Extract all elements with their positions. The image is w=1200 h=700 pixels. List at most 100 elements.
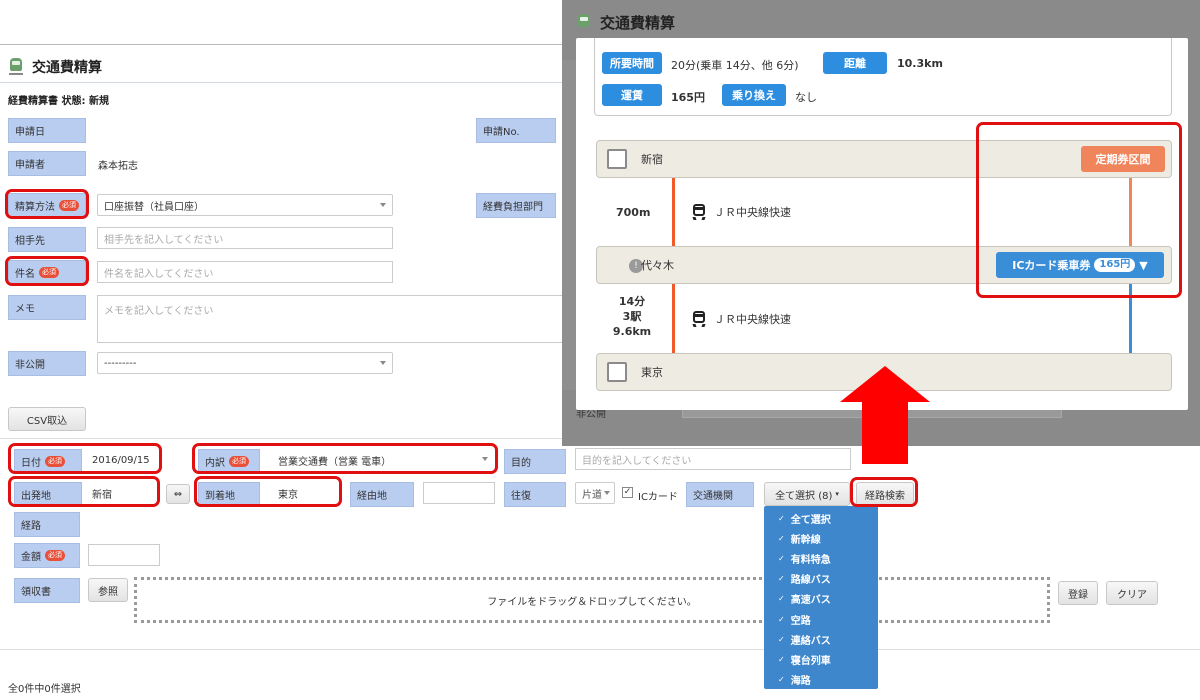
apply-no-label: 申請No.	[476, 118, 556, 143]
private-label: 非公開	[8, 351, 86, 376]
route-line-seg2	[672, 284, 675, 354]
up-arrow-icon	[840, 366, 930, 464]
roundtrip-label: 往復	[504, 482, 566, 507]
amount-input[interactable]	[88, 544, 160, 566]
departure-label: 出発地	[14, 482, 82, 507]
transport-menu-item[interactable]: ✓ 全て選択	[764, 508, 878, 528]
receipt-label: 領収書	[14, 578, 80, 603]
time-pill: 所要時間	[602, 52, 662, 74]
form-title-bar: 交通費精算	[8, 53, 568, 81]
chevron-down-icon	[380, 361, 386, 365]
memo-textarea[interactable]: メモを記入してください	[97, 295, 567, 343]
applicant-label: 申請者	[8, 151, 86, 176]
departure-input[interactable]: 新宿	[86, 482, 156, 504]
transfer-value: なし	[795, 91, 817, 104]
transport-menu-item[interactable]: ✓ 高速バス	[764, 589, 878, 609]
settlement-label: 精算方法 必須	[8, 193, 86, 218]
commuter-pass-button[interactable]: 定期券区間	[1081, 146, 1165, 172]
arrival-input[interactable]: 東京	[272, 482, 338, 504]
purpose-input[interactable]: 目的を記入してください	[575, 448, 851, 470]
date-input[interactable]: 2016/09/15	[86, 449, 158, 471]
breakdown-label: 内訳 必須	[198, 449, 260, 474]
footer-divider	[0, 649, 1200, 650]
check-icon: ✓	[778, 513, 785, 523]
subject-label: 件名 必須	[8, 260, 86, 285]
segment1-distance: 700m	[616, 206, 651, 219]
transport-menu-item[interactable]: ✓ 寝台列車	[764, 649, 878, 669]
required-badge: 必須	[45, 456, 65, 467]
transport-menu-item[interactable]: ✓ 連絡バス	[764, 629, 878, 649]
segment1-line: ＪＲ中央線快速	[692, 204, 791, 220]
applicant-name: 森本拓志	[98, 161, 138, 172]
swap-button[interactable]: ⇔	[166, 484, 190, 504]
ic-fare-price: 165円	[1094, 258, 1136, 272]
subject-input[interactable]: 件名を記入してください	[97, 261, 393, 283]
settlement-select[interactable]: 口座振替（社員口座）	[97, 194, 393, 216]
train-icon	[692, 204, 706, 220]
ic-card-label: ICカード	[638, 492, 678, 503]
memo-label: メモ	[8, 295, 86, 320]
private-select[interactable]: ---------	[97, 352, 393, 374]
purpose-label: 目的	[504, 449, 566, 474]
transport-menu-item[interactable]: ✓ 空路	[764, 609, 878, 629]
partner-label: 相手先	[8, 227, 86, 252]
time-value: 20分(乗車 14分、他 6分)	[671, 59, 799, 72]
drop-zone-text: ファイルをドラッグ＆ドロップしてください。	[487, 596, 697, 608]
fare-pill: 運賃	[602, 84, 662, 106]
required-badge: 必須	[59, 200, 79, 211]
segment2-line: ＪＲ中央線快速	[692, 311, 791, 327]
check-icon: ✓	[778, 553, 785, 563]
burden-dept-label: 経費負担部門	[476, 193, 556, 218]
distance-pill: 距離	[823, 52, 887, 74]
required-badge: 必須	[45, 550, 65, 561]
route-summary: 所要時間 20分(乗車 14分、他 6分) 距離 10.3km 運賃 165円 …	[594, 38, 1172, 116]
segment2-info: 14分 3駅 9.6km	[612, 295, 652, 338]
breakdown-select[interactable]: 営業交通費（営業 電車）	[272, 449, 494, 471]
transfer-pill: 乗り換え	[722, 84, 786, 106]
transport-menu-item[interactable]: ✓ 海路	[764, 670, 878, 690]
date-label: 日付 必須	[14, 449, 82, 474]
commuter-line	[1129, 178, 1132, 246]
ic-card-checkbox[interactable]: ✓	[622, 487, 633, 498]
station-name: 新宿	[641, 153, 663, 166]
file-drop-zone[interactable]: ファイルをドラッグ＆ドロップしてください。	[134, 577, 1050, 623]
check-icon: ✓	[778, 533, 785, 543]
register-button[interactable]: 登録	[1058, 581, 1098, 605]
route-label: 経路	[14, 512, 80, 537]
amount-label: 金額 必須	[14, 543, 80, 568]
transport-select-all-dropdown[interactable]: 全て選択 (8) ▾	[764, 482, 850, 506]
chevron-down-icon: ▾	[835, 490, 839, 498]
clear-button[interactable]: クリア	[1106, 581, 1158, 605]
route-line-seg1	[672, 178, 675, 246]
page-title: 交通費精算	[32, 60, 102, 76]
check-icon: ✓	[778, 634, 785, 644]
station-checkbox[interactable]	[607, 362, 627, 382]
arrival-label: 到着地	[198, 482, 260, 507]
required-badge: 必須	[229, 456, 249, 467]
transport-label: 交通機関	[686, 482, 754, 507]
transport-menu-item[interactable]: ✓ 新幹線	[764, 528, 878, 548]
browse-button[interactable]: 参照	[88, 578, 128, 602]
transport-menu-item[interactable]: ✓ 路線バス	[764, 569, 878, 589]
train-icon	[576, 13, 592, 33]
apply-date-label: 申請日	[8, 118, 86, 143]
route-search-button[interactable]: 経路検索	[856, 482, 914, 506]
transport-menu-item[interactable]: ✓ 有料特急	[764, 548, 878, 568]
train-icon	[8, 57, 24, 77]
chevron-down-icon: ▼	[1139, 258, 1148, 272]
fare-value: 165円	[671, 91, 705, 104]
bg-form-edge	[562, 60, 576, 390]
check-icon: ✓	[778, 574, 785, 584]
roundtrip-select[interactable]: 片道	[575, 482, 615, 504]
chevron-down-icon	[482, 457, 488, 461]
csv-import-button[interactable]: CSV取込	[8, 407, 86, 431]
selection-count: 全0件中0件選択	[8, 684, 81, 695]
ic-card-fare-button[interactable]: ICカード乗車券 165円 ▼	[996, 252, 1164, 278]
station-checkbox[interactable]	[607, 149, 627, 169]
partner-input[interactable]: 相手先を記入してください	[97, 227, 393, 249]
form-status: 経費精算書 状態: 新規	[8, 96, 109, 107]
chevron-down-icon	[380, 203, 386, 207]
chevron-down-icon	[604, 491, 610, 495]
via-input[interactable]	[423, 482, 495, 504]
overlay-title-bar: 交通費精算	[576, 12, 675, 33]
